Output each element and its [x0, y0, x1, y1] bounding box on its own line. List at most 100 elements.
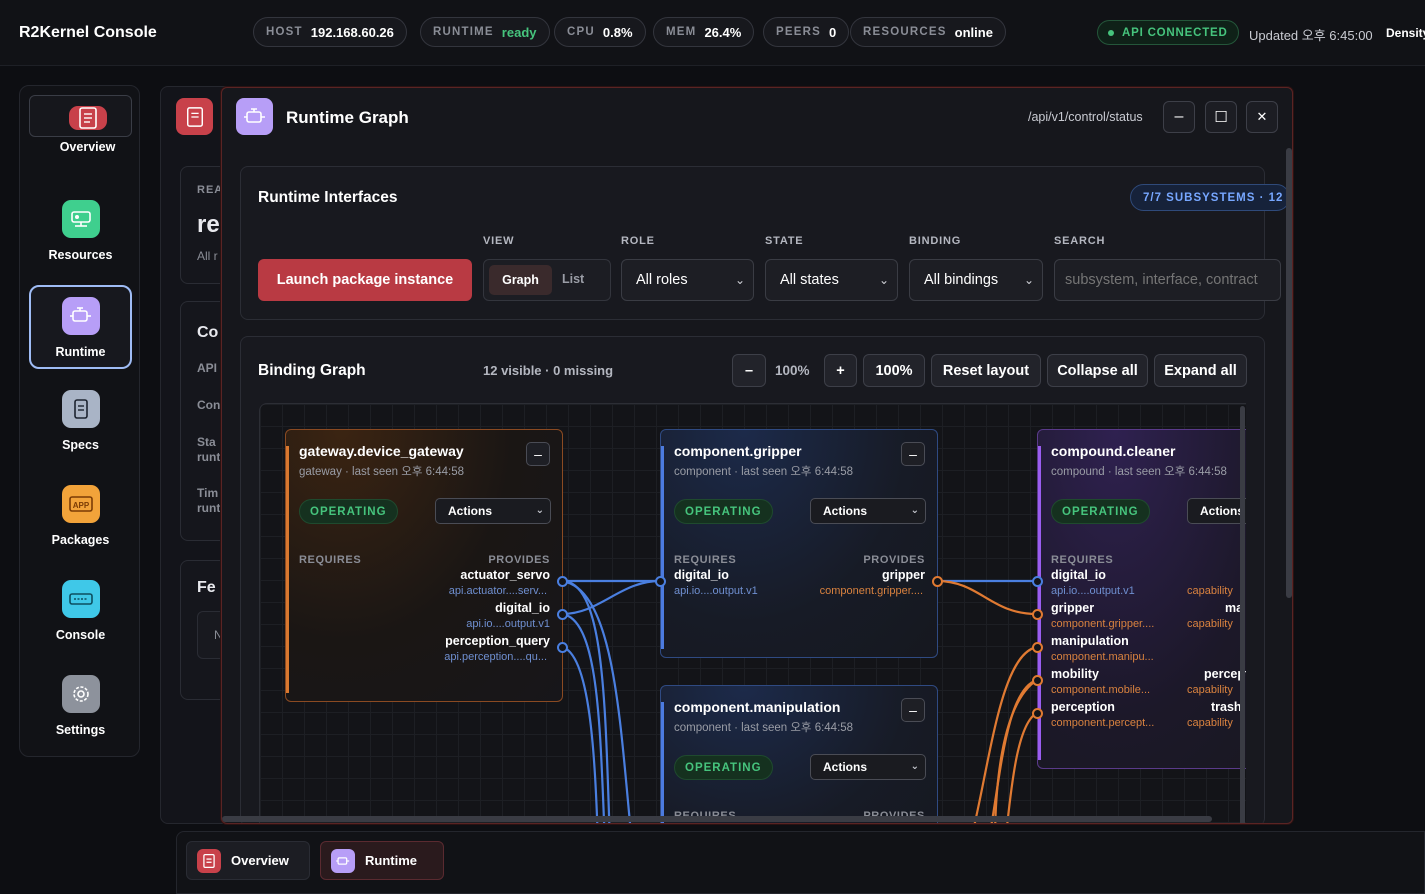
graph-meta: 12 visible · 0 missing — [483, 363, 614, 378]
reset-layout-button[interactable]: Reset layout — [931, 354, 1041, 387]
sidebar-item-resources[interactable]: Resources — [29, 190, 132, 274]
role-label: ROLE — [621, 235, 655, 247]
runtime-graph-window: Runtime Graph /api/v1/control/status – ☐… — [221, 87, 1293, 824]
status-dot-icon — [1108, 29, 1114, 36]
port-handle[interactable] — [1032, 642, 1043, 653]
node-subtitle: component · last seen 오후 6:44:58 — [674, 466, 854, 478]
provides-heading: PROVIDES — [488, 554, 550, 566]
port-name: trash — [1211, 700, 1242, 714]
status-badge: OPERATING — [674, 499, 773, 524]
chevron-down-icon: ⌄ — [910, 505, 919, 516]
node-gateway-device-gateway[interactable]: gateway.device_gateway gateway · last se… — [285, 429, 563, 702]
actions-select[interactable]: Actions ⌄ — [810, 498, 926, 524]
state-select[interactable]: All states ⌄ — [765, 259, 898, 301]
collapse-all-button[interactable]: Collapse all — [1047, 354, 1148, 387]
taskbar-item-label: Overview — [231, 853, 289, 868]
port-handle[interactable] — [557, 609, 568, 620]
collapse-node-button[interactable]: – — [901, 442, 925, 466]
sidebar-item-console[interactable]: Console — [29, 570, 132, 654]
sidebar-item-overview[interactable]: Overview — [29, 95, 132, 154]
window-vertical-scrollbar[interactable] — [1286, 148, 1292, 598]
binding-label: BINDING — [909, 235, 962, 247]
port-name: gripper — [1051, 601, 1095, 615]
state-label: STATE — [765, 235, 804, 247]
port-handle[interactable] — [655, 576, 666, 587]
status-badge: OPERATING — [674, 755, 773, 780]
window-horizontal-scrollbar[interactable] — [222, 816, 1212, 822]
density-toggle[interactable]: Density — [1386, 26, 1425, 40]
window-header[interactable]: Runtime Graph /api/v1/control/status – ☐… — [222, 88, 1292, 146]
launch-package-button[interactable]: Launch package instance — [258, 259, 472, 301]
document-icon — [176, 98, 213, 135]
runtime-value: ready — [501, 24, 537, 40]
port-handle[interactable] — [557, 576, 568, 587]
port-name: manipulation — [1051, 634, 1129, 648]
node-title: compound.cleaner — [1051, 443, 1176, 459]
collapse-node-button[interactable]: – — [526, 442, 550, 466]
port-handle[interactable] — [1032, 609, 1043, 620]
status-badge: OPERATING — [1051, 499, 1150, 524]
port-handle[interactable] — [1032, 708, 1043, 719]
expand-all-button[interactable]: Expand all — [1154, 354, 1247, 387]
requires-heading: REQUIRES — [1051, 554, 1114, 566]
port-contract: api.perception....qu... — [444, 651, 547, 663]
node-component-manipulation[interactable]: component.manipulation component · last … — [660, 685, 938, 823]
view-graph-tab[interactable]: Graph — [489, 265, 552, 295]
host-pill: HOST 192.168.60.26 — [253, 17, 407, 47]
chevron-down-icon: ⌄ — [1023, 273, 1034, 287]
search-input[interactable] — [1054, 259, 1281, 301]
zoom-in-button[interactable]: + — [824, 354, 857, 387]
mem-value: 26.4% — [704, 24, 742, 40]
zoom-out-button[interactable]: – — [732, 354, 766, 387]
port-contract: capability — [1187, 717, 1233, 729]
sidebar-item-settings[interactable]: Settings — [29, 665, 132, 749]
actions-select[interactable]: Actions ⌄ — [435, 498, 551, 524]
keyboard-icon — [61, 580, 100, 618]
close-button[interactable]: ✕ — [1246, 101, 1278, 133]
taskbar-item-runtime[interactable]: Runtime — [320, 841, 444, 880]
panel-title: Runtime Interfaces — [258, 189, 398, 206]
binding-select[interactable]: All bindings ⌄ — [909, 259, 1043, 301]
chevron-down-icon: ⌄ — [535, 505, 544, 516]
cpu-label: CPU — [567, 26, 595, 38]
canvas-scrollbar[interactable] — [1240, 406, 1245, 823]
port-contract: capability — [1187, 585, 1233, 597]
zoom-reset-button[interactable]: 100% — [863, 354, 925, 387]
sidebar-item-specs[interactable]: Specs — [29, 380, 132, 464]
sidebar-item-packages[interactable]: APP Packages — [29, 475, 132, 559]
port-contract: capability — [1187, 618, 1233, 630]
actions-select[interactable]: Actions — [1187, 498, 1246, 524]
card-row: runt — [197, 450, 221, 464]
collapse-node-button[interactable]: – — [901, 698, 925, 722]
port-contract: component.gripper.... — [819, 585, 923, 597]
role-select[interactable]: All roles ⌄ — [621, 259, 754, 301]
api-status-label: API CONNECTED — [1122, 26, 1228, 39]
card-caption: All r — [197, 249, 218, 263]
taskbar-item-overview[interactable]: Overview — [186, 841, 310, 880]
node-compound-cleaner[interactable]: compound.cleaner compound · last seen 오후… — [1037, 429, 1246, 769]
minimize-button[interactable]: – — [1163, 101, 1195, 133]
view-list-tab[interactable]: List — [562, 272, 584, 286]
port-handle[interactable] — [557, 642, 568, 653]
node-accent-bar — [661, 702, 664, 823]
port-handle[interactable] — [1032, 576, 1043, 587]
endpoint-path: /api/v1/control/status — [1028, 110, 1143, 124]
subsystems-badge: 7/7 SUBSYSTEMS · 12 INTERFACES — [1130, 184, 1290, 211]
actions-select[interactable]: Actions ⌄ — [810, 754, 926, 780]
port-handle[interactable] — [1032, 675, 1043, 686]
sidebar-item-runtime[interactable]: Runtime — [29, 285, 132, 369]
card-row: Tim — [197, 486, 219, 500]
taskbar-item-label: Runtime — [365, 853, 417, 868]
port-name: perception_query — [445, 634, 550, 648]
card-value: re — [197, 211, 220, 238]
svg-text:APP: APP — [72, 501, 89, 510]
node-component-gripper[interactable]: component.gripper component · last seen … — [660, 429, 938, 658]
graph-canvas[interactable]: gateway.device_gateway gateway · last se… — [259, 403, 1246, 823]
port-contract: component.percept... — [1051, 717, 1155, 729]
resources-pill: RESOURCES online — [850, 17, 1006, 47]
runtime-pill: RUNTIME ready — [420, 17, 550, 47]
node-subtitle: component · last seen 오후 6:44:58 — [674, 722, 854, 734]
port-contract: api.actuator....serv... — [448, 585, 547, 597]
maximize-button[interactable]: ☐ — [1205, 101, 1237, 133]
port-handle[interactable] — [932, 576, 943, 587]
